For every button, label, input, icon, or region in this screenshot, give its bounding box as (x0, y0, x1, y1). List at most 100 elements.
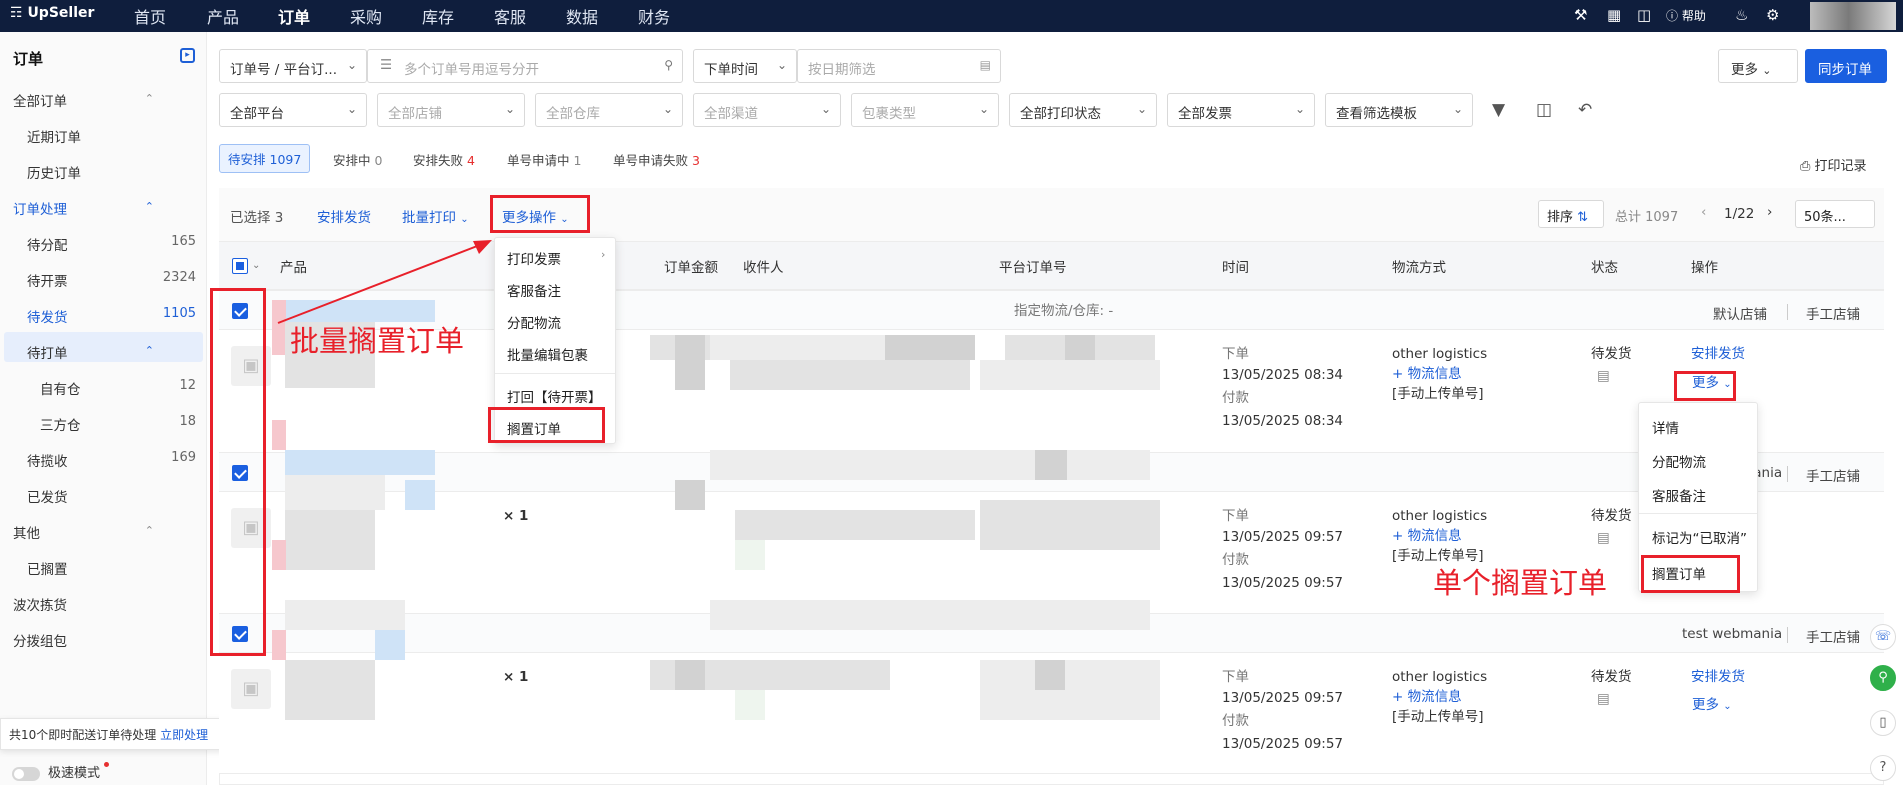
divider (1787, 627, 1788, 643)
sidebar-item-to-print[interactable]: 待打单 (27, 342, 68, 362)
sidebar-item-shipped[interactable]: 已发货 (27, 486, 68, 506)
split-icon[interactable]: ◫ (1637, 6, 1651, 24)
menu-item-cs-note[interactable]: 客服备注 (507, 280, 561, 300)
tab-number-applying[interactable]: 单号申请中 1 (507, 150, 581, 169)
tools-icon[interactable]: ⚒ (1574, 6, 1587, 24)
sidebar-item-to-assign[interactable]: 待分配 (27, 234, 68, 254)
print-status-select[interactable]: 全部打印状态 ⌄ (1009, 93, 1157, 127)
nav-purchase[interactable]: 采购 (350, 4, 382, 28)
arrange-ship-button[interactable]: 安排发货 (317, 206, 371, 226)
chevron-down-icon: ⌄ (504, 102, 515, 116)
headset-icon[interactable]: ☏ (1870, 624, 1896, 650)
pay-time: 13/05/2025 09:57 (1222, 736, 1344, 752)
sidebar-item-on-hold[interactable]: 已搁置 (27, 558, 68, 578)
nav-products[interactable]: 产品 (207, 4, 239, 28)
sidebar-item-to-ship[interactable]: 待发货 (27, 306, 68, 326)
menu-item-batch-edit-package[interactable]: 批量编辑包裹 (507, 344, 588, 364)
collapse-sidebar-icon[interactable]: ▸ (180, 48, 195, 63)
menu-item-assign-logistics[interactable]: 分配物流 (507, 312, 561, 332)
app-logo[interactable]: ☶ UpSeller (10, 5, 94, 21)
search-input[interactable]: ☰ 多个订单号用逗号分开 ⚲ (367, 49, 683, 83)
channel-select[interactable]: 全部渠道 ⌄ (693, 93, 841, 127)
nav-finance[interactable]: 财务 (638, 4, 670, 28)
help-button[interactable]: ⓘ 帮助 (1666, 7, 1706, 24)
invoice-select[interactable]: 全部发票 ⌄ (1167, 93, 1315, 127)
sidebar-item-third-warehouse[interactable]: 三方仓 (40, 414, 81, 434)
print-record-link[interactable]: ⎙ 打印记录 (1800, 155, 1867, 174)
chevron-up-icon[interactable]: ⌃ (145, 200, 154, 213)
calendar-icon[interactable]: ▤ (980, 58, 991, 72)
package-type-select[interactable]: 包裹类型 ⌄ (851, 93, 999, 127)
sync-orders-button[interactable]: 同步订单 (1805, 49, 1887, 83)
question-icon[interactable]: ? (1870, 755, 1896, 781)
sidebar-item-all-orders[interactable]: 全部订单 (13, 90, 67, 110)
mobile-icon[interactable]: ▯ (1870, 710, 1896, 736)
sidebar-item-to-pickup[interactable]: 待揽收 (27, 450, 68, 470)
sidebar-item-distribution[interactable]: 分拨组包 (13, 630, 67, 650)
menu-item-cs-note[interactable]: 客服备注 (1652, 485, 1706, 505)
sidebar-item-order-processing[interactable]: 订单处理 (13, 198, 67, 218)
chevron-up-icon[interactable]: ⌃ (145, 92, 154, 105)
row-more-button[interactable]: 更多 ⌄ (1692, 695, 1732, 717)
note-icon[interactable]: ▤ (1597, 366, 1610, 386)
tab-arranging[interactable]: 安排中 0 (333, 150, 382, 169)
sidebar-item-wave-picking[interactable]: 波次拣货 (13, 594, 67, 614)
sidebar-item-other[interactable]: 其他 (13, 522, 40, 542)
note-icon[interactable]: ▤ (1597, 528, 1610, 548)
menu-item-mark-cancelled[interactable]: 标记为“已取消” (1652, 527, 1747, 547)
nav-home[interactable]: 首页 (134, 4, 166, 28)
chevron-down-icon[interactable]: ⌄ (252, 260, 260, 271)
logistics-info-link[interactable]: + 物流信息 (1392, 364, 1462, 384)
tab-number-failed[interactable]: 单号申请失败 3 (613, 150, 700, 169)
time-type-select[interactable]: 下单时间 ⌄ (693, 49, 797, 83)
speed-mode-toggle[interactable]: 极速模式 (12, 762, 110, 781)
note-icon[interactable]: ▤ (1597, 689, 1610, 709)
filter-template-select[interactable]: 查看筛选模板 ⌄ (1325, 93, 1473, 127)
search-type-select[interactable]: 订单号 / 平台订... ⌄ (219, 49, 367, 83)
sidebar-item-to-invoice[interactable]: 待开票 (27, 270, 68, 290)
page-size-select[interactable]: 50条... (1795, 200, 1875, 228)
sidebar-item-own-warehouse[interactable]: 自有仓 (40, 378, 81, 398)
chevron-up-icon[interactable]: ⌃ (145, 344, 154, 357)
search-icon[interactable]: ⚲ (664, 58, 673, 72)
save-icon[interactable]: ◫ (1536, 100, 1552, 120)
more-filters-button[interactable]: 更多 ⌄ (1718, 49, 1798, 83)
annotation-box-single-hold (1641, 555, 1740, 593)
apps-grid-icon[interactable]: ▦ (1607, 6, 1621, 24)
nav-data[interactable]: 数据 (566, 4, 598, 28)
gear-icon[interactable]: ⚙ (1766, 6, 1779, 24)
batch-print-button[interactable]: 批量打印 ⌄ (402, 206, 469, 226)
tab-pending-arrange[interactable]: 待安排 1097 (219, 144, 311, 173)
sidebar-item-recent-orders[interactable]: 近期订单 (27, 126, 81, 146)
filter-icon[interactable]: ▼ (1492, 100, 1505, 120)
menu-item-print-invoice[interactable]: 打印发票 (507, 248, 561, 268)
bell-icon[interactable]: ♨ (1735, 6, 1748, 24)
chat-icon[interactable]: ⚲ (1870, 665, 1896, 691)
menu-item-return-to-invoice[interactable]: 打回【待开票】 (507, 386, 602, 406)
shop-select[interactable]: 全部店铺 ⌄ (377, 93, 525, 127)
notice-link[interactable]: 立即处理 (160, 728, 208, 742)
chevron-up-icon[interactable]: ⌃ (145, 524, 154, 537)
platform-select[interactable]: 全部平台 ⌄ (219, 93, 367, 127)
sidebar-item-history-orders[interactable]: 历史订单 (27, 162, 81, 182)
tab-arrange-failed[interactable]: 安排失败 4 (413, 150, 475, 169)
select-all-checkbox[interactable] (232, 258, 248, 274)
warehouse-select[interactable]: 全部仓库 ⌄ (535, 93, 683, 127)
date-filter-input[interactable]: 按日期筛选 ▤ (797, 49, 1001, 83)
logistics-info-link[interactable]: + 物流信息 (1392, 526, 1462, 546)
menu-item-assign-logistics[interactable]: 分配物流 (1652, 451, 1706, 471)
avatar[interactable] (1810, 2, 1896, 30)
sort-button[interactable]: 排序 ⇅ (1538, 200, 1604, 228)
nav-inventory[interactable]: 库存 (422, 4, 454, 28)
toggle-switch[interactable] (12, 766, 40, 781)
nav-orders[interactable]: 订单 (278, 4, 310, 28)
arrange-ship-link[interactable]: 安排发货 (1691, 667, 1745, 687)
reset-icon[interactable]: ↶ (1578, 100, 1592, 120)
menu-item-details[interactable]: 详情 (1652, 417, 1679, 437)
prev-page-icon[interactable]: ‹ (1701, 204, 1706, 220)
logistics-info-link[interactable]: + 物流信息 (1392, 687, 1462, 707)
next-page-icon[interactable]: › (1767, 204, 1772, 220)
batch-print-label: 批量打印 (402, 210, 456, 226)
arrange-ship-link[interactable]: 安排发货 (1691, 344, 1745, 364)
nav-customer-service[interactable]: 客服 (494, 4, 526, 28)
